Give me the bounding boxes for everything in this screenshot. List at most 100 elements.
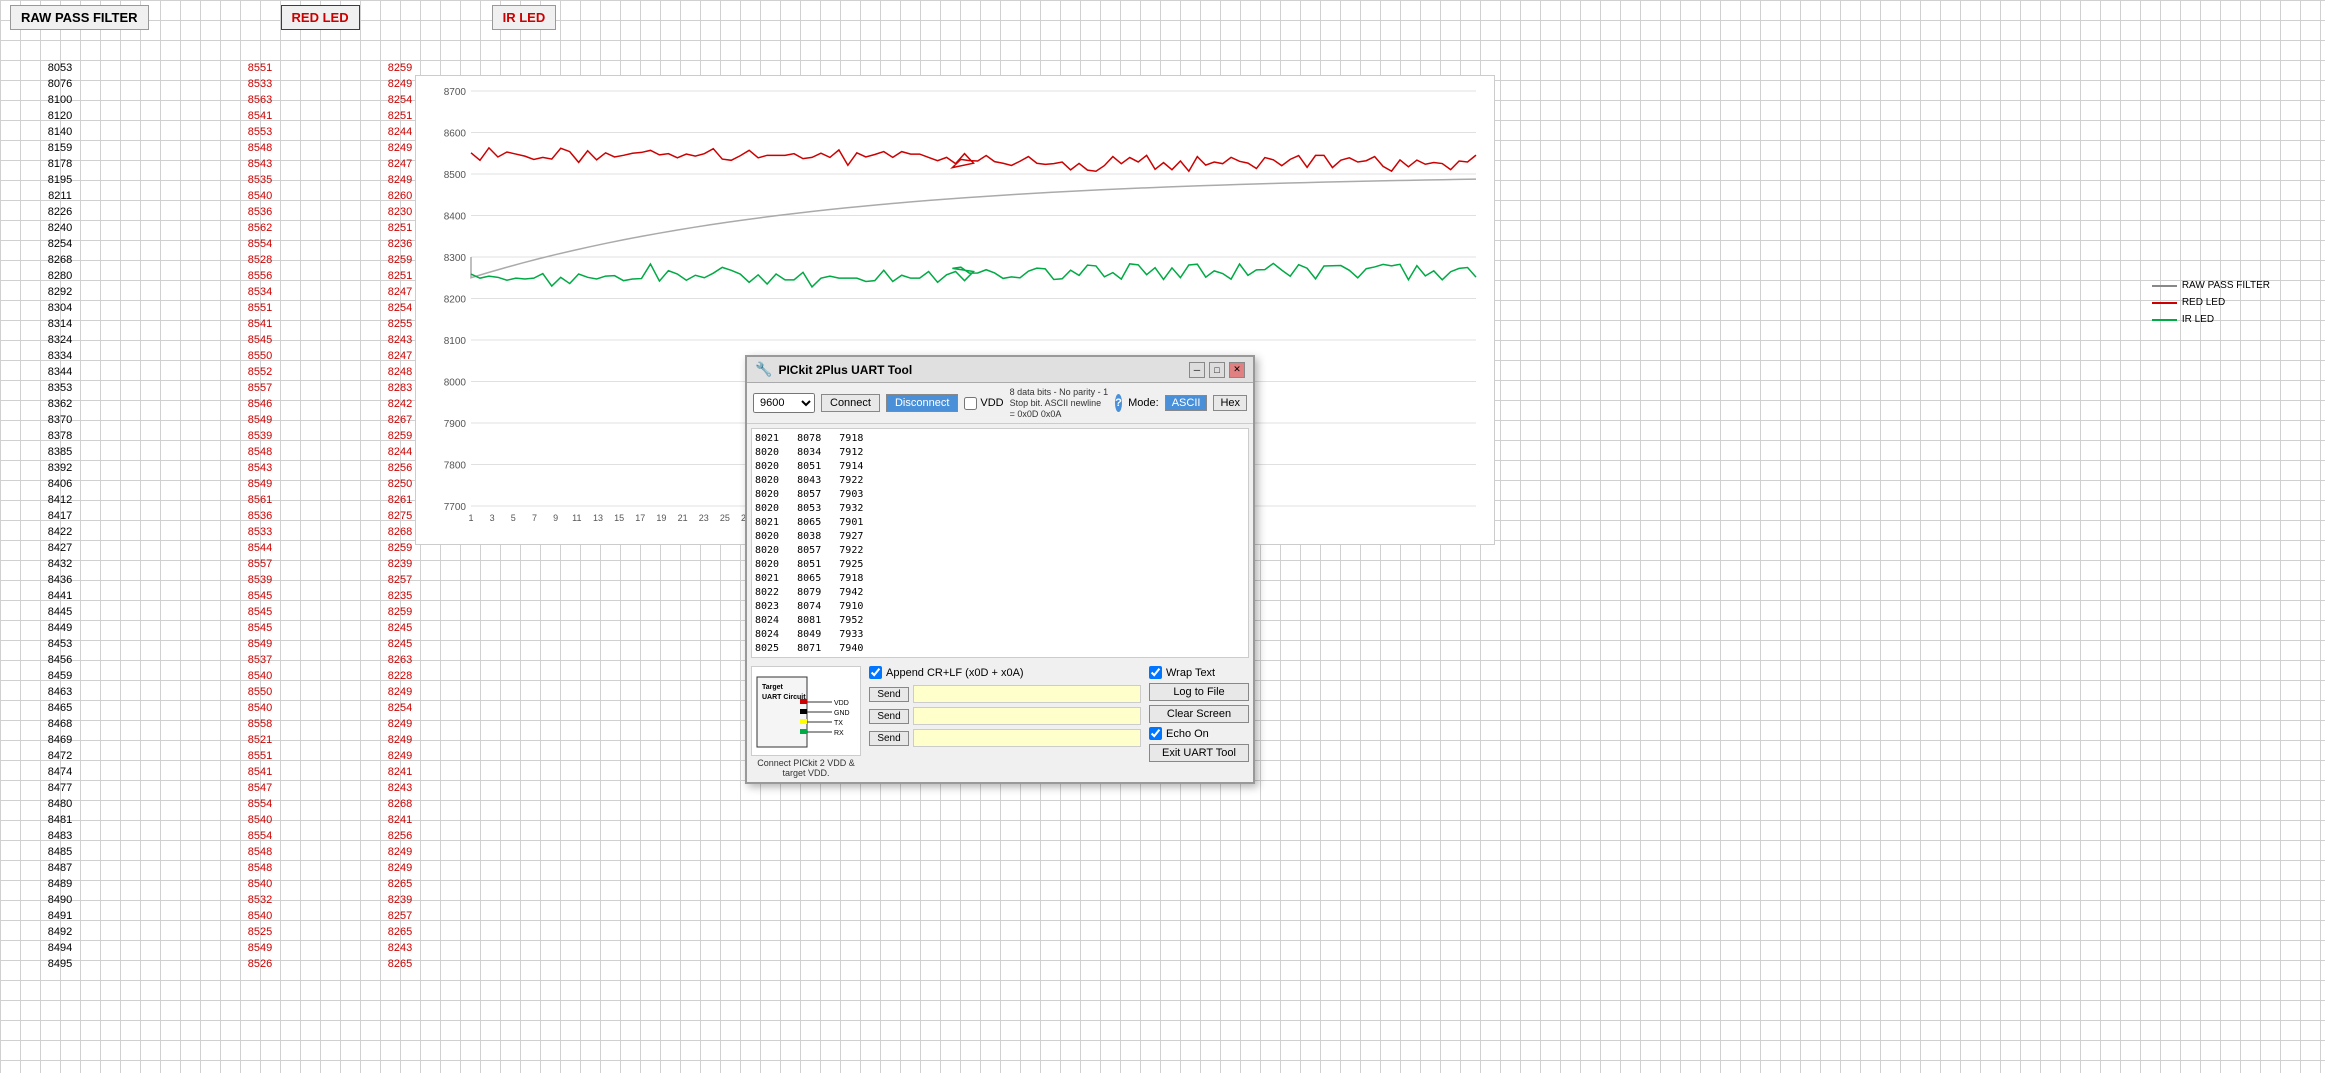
ir-value: 8245 [340, 620, 460, 636]
ir-value: 8265 [340, 876, 460, 892]
red-value: 8544 [200, 540, 320, 556]
connect-button[interactable]: Connect [821, 394, 880, 412]
uart-output[interactable]: 8021 8078 79188020 8034 79128020 8051 79… [751, 428, 1249, 658]
svg-text:VDD: VDD [834, 700, 849, 707]
red-value: 8548 [200, 444, 320, 460]
uart-bottom-section: Target UART Circuit VDD GND TX [747, 662, 1253, 782]
macro-input-1[interactable] [913, 685, 1141, 703]
raw-value: 8456 [0, 652, 120, 668]
uart-actions: Wrap Text Log to File Clear Screen Echo … [1149, 666, 1249, 778]
uart-output-line: 8020 8057 7922 [755, 544, 1245, 558]
raw-value: 8468 [0, 716, 120, 732]
macro-row-1: Send [869, 685, 1141, 703]
raw-value: 8463 [0, 684, 120, 700]
red-value: 8545 [200, 604, 320, 620]
raw-value: 8240 [0, 220, 120, 236]
send-button-2[interactable]: Send [869, 709, 909, 724]
ir-value: 8254 [340, 700, 460, 716]
wrap-text-checkbox[interactable] [1149, 666, 1162, 679]
red-value: 8521 [200, 732, 320, 748]
raw-value: 8314 [0, 316, 120, 332]
send-button-1[interactable]: Send [869, 687, 909, 702]
uart-output-line: 8026 8068 7960 [755, 656, 1245, 658]
help-button[interactable]: ? [1115, 394, 1122, 412]
red-value: 8540 [200, 668, 320, 684]
red-value: 8549 [200, 636, 320, 652]
close-button[interactable]: ✕ [1229, 362, 1245, 378]
red-value: 8541 [200, 764, 320, 780]
raw-value: 8465 [0, 700, 120, 716]
macro-input-3[interactable] [913, 729, 1141, 747]
clear-screen-button[interactable]: Clear Screen [1149, 705, 1249, 723]
header-labels: RAW PASS FILTER RED LED IR LED [0, 5, 558, 30]
raw-value: 8076 [0, 76, 120, 92]
raw-value: 8453 [0, 636, 120, 652]
uart-output-line: 8024 8081 7952 [755, 614, 1245, 628]
raw-value: 8427 [0, 540, 120, 556]
svg-text:Target: Target [762, 684, 784, 691]
log-to-file-button[interactable]: Log to File [1149, 683, 1249, 701]
send-button-3[interactable]: Send [869, 731, 909, 746]
svg-text:7900: 7900 [444, 419, 467, 430]
red-value: 8536 [200, 204, 320, 220]
ir-value: 8243 [340, 780, 460, 796]
minimize-button[interactable]: ─ [1189, 362, 1205, 378]
baud-rate-select[interactable]: 9600 19200 38400 57600 115200 [753, 393, 815, 413]
ascii-mode-button[interactable]: ASCII [1165, 395, 1208, 411]
legend-label-raw: RAW PASS FILTER [2182, 280, 2270, 291]
uart-dialog: 🔧 PICkit 2Plus UART Tool ─ □ ✕ 9600 1920… [745, 355, 1255, 784]
uart-macros-section: Append CR+LF (x0D + x0A) Send Send Send [869, 666, 1141, 778]
red-value: 8552 [200, 364, 320, 380]
ir-value: 8256 [340, 828, 460, 844]
exit-uart-button[interactable]: Exit UART Tool [1149, 744, 1249, 762]
red-value: 8533 [200, 76, 320, 92]
legend-label-red: RED LED [2182, 297, 2225, 308]
ir-value: 8235 [340, 588, 460, 604]
vdd-checkbox[interactable]: VDD [964, 397, 1003, 410]
ir-value: 8249 [340, 748, 460, 764]
red-value: 8549 [200, 476, 320, 492]
svg-text:21: 21 [678, 513, 688, 523]
uart-output-line: 8025 8071 7940 [755, 642, 1245, 656]
raw-value: 8441 [0, 588, 120, 604]
red-value: 8561 [200, 492, 320, 508]
circuit-image: Target UART Circuit VDD GND TX [751, 666, 861, 756]
red-value: 8525 [200, 924, 320, 940]
red-data-column: 8551853385638541855385488543853585408536… [200, 60, 320, 972]
red-value: 8550 [200, 348, 320, 364]
append-crlf-checkbox[interactable] [869, 666, 882, 679]
wrap-text-label: Wrap Text [1166, 667, 1215, 679]
uart-info-text: 8 data bits - No parity - 1 Stop bit. AS… [1010, 387, 1109, 419]
svg-text:7700: 7700 [444, 502, 467, 513]
circuit-caption: Connect PICkit 2 VDD & target VDD. [751, 758, 861, 778]
raw-value: 8334 [0, 348, 120, 364]
uart-output-line: 8020 8038 7927 [755, 530, 1245, 544]
red-value: 8545 [200, 588, 320, 604]
raw-value: 8140 [0, 124, 120, 140]
raw-value: 8178 [0, 156, 120, 172]
uart-output-line: 8020 8057 7903 [755, 488, 1245, 502]
legend-red: RED LED [2152, 297, 2270, 308]
ir-value: 8249 [340, 732, 460, 748]
raw-value: 8226 [0, 204, 120, 220]
echo-on-checkbox[interactable] [1149, 727, 1162, 740]
uart-output-line: 8022 8079 7942 [755, 586, 1245, 600]
raw-value: 8480 [0, 796, 120, 812]
red-value: 8557 [200, 380, 320, 396]
raw-value: 8268 [0, 252, 120, 268]
legend-ir: IR LED [2152, 314, 2270, 325]
disconnect-button[interactable]: Disconnect [886, 394, 958, 412]
uart-circuit-diagram: Target UART Circuit VDD GND TX [751, 666, 861, 778]
hex-mode-button[interactable]: Hex [1213, 395, 1247, 411]
red-value: 8554 [200, 828, 320, 844]
svg-text:8600: 8600 [444, 129, 467, 140]
vdd-check[interactable] [964, 397, 977, 410]
macro-input-2[interactable] [913, 707, 1141, 725]
legend-line-raw [2152, 285, 2177, 287]
raw-value: 8432 [0, 556, 120, 572]
red-value: 8548 [200, 140, 320, 156]
raw-value: 8385 [0, 444, 120, 460]
append-crlf-label: Append CR+LF (x0D + x0A) [886, 667, 1024, 679]
restore-button[interactable]: □ [1209, 362, 1225, 378]
svg-text:8400: 8400 [444, 212, 467, 223]
